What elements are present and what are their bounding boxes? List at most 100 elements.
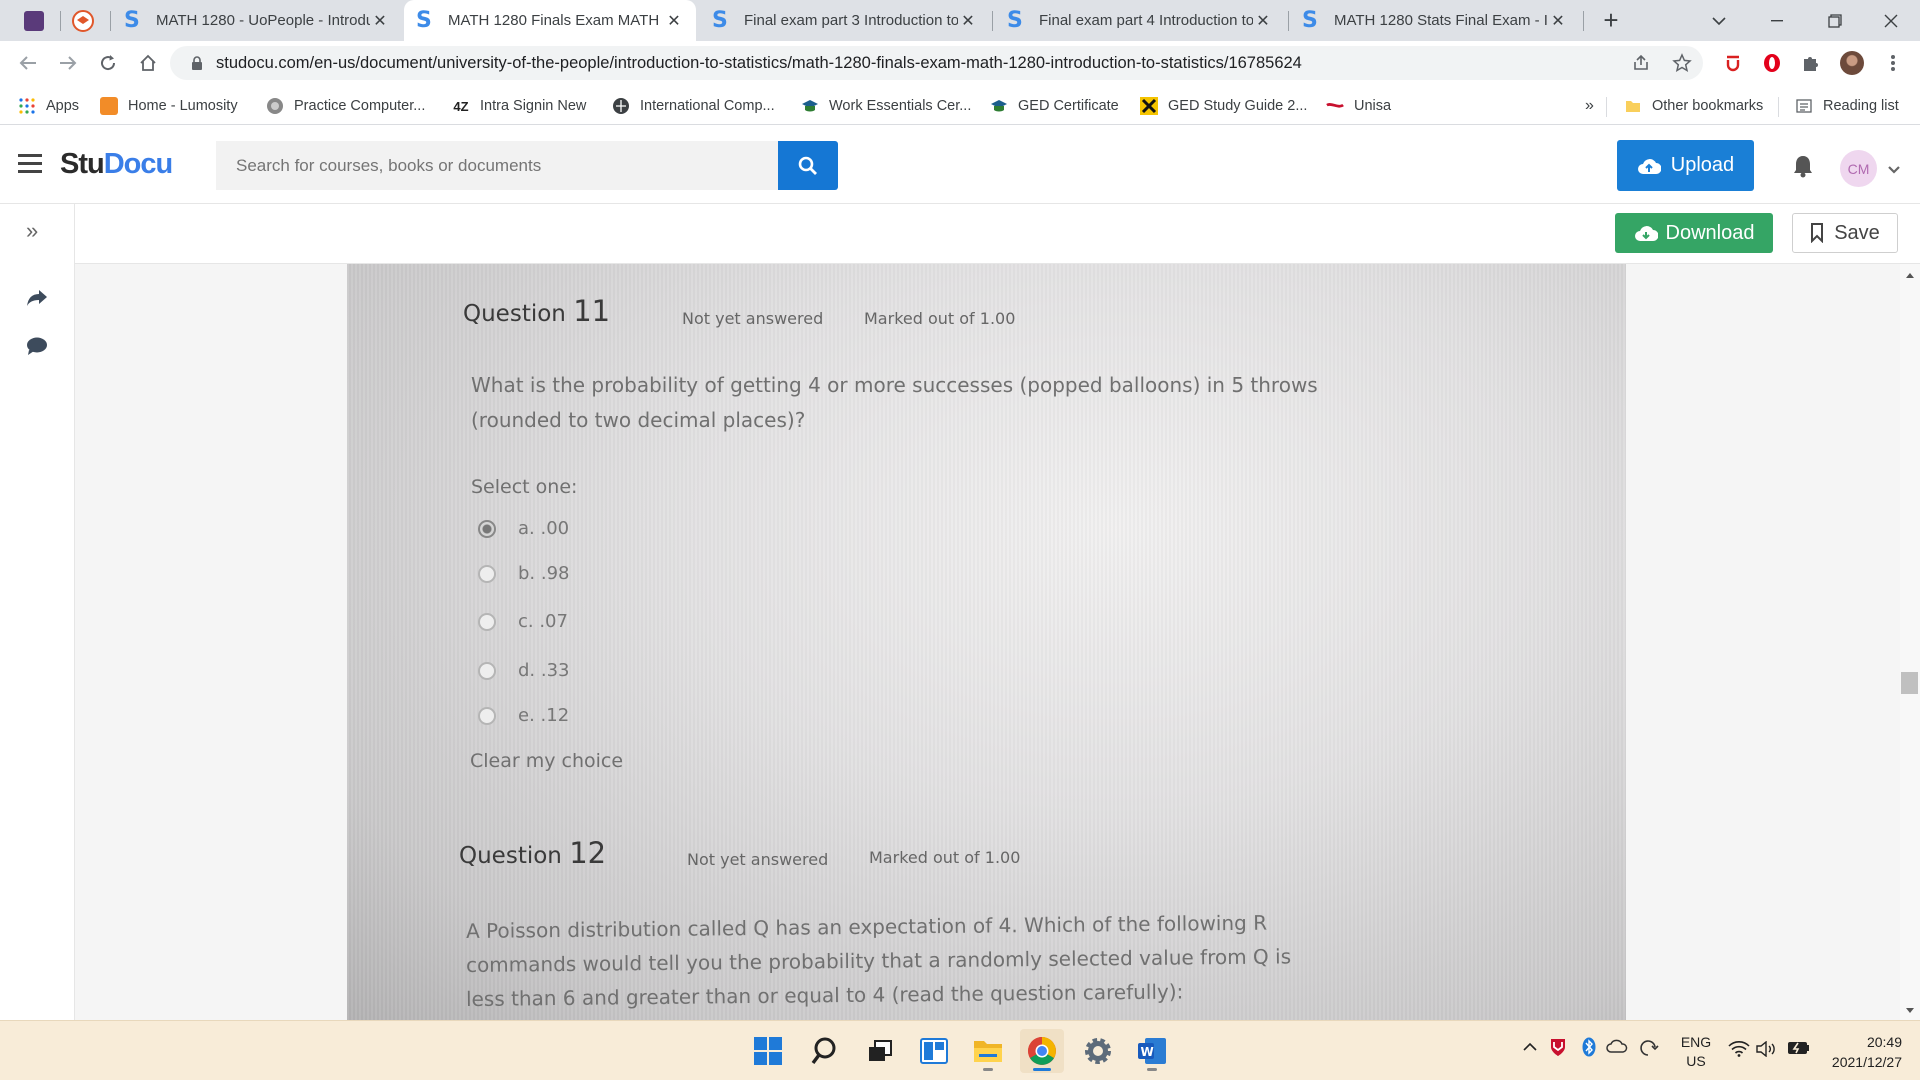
chrome-menu-button[interactable] <box>1879 49 1907 77</box>
tab-search-button[interactable] <box>1690 0 1748 41</box>
bookmark-work-essentials[interactable]: Work Essentials Cer... <box>801 95 971 117</box>
puzzle-icon <box>1804 57 1818 71</box>
tab-3[interactable]: S Final exam part 3 Introduction to ✕ <box>700 0 990 41</box>
profile-button[interactable] <box>1838 49 1866 77</box>
chrome-icon <box>1028 1037 1056 1065</box>
question-11-clear-choice[interactable]: Clear my choice <box>470 744 623 779</box>
restore-icon <box>1828 13 1842 28</box>
extension-1-button[interactable] <box>1719 49 1747 77</box>
tray-volume[interactable] <box>1756 1040 1778 1062</box>
upload-button[interactable]: Upload <box>1617 140 1754 191</box>
bookmark-lumosity[interactable]: Home - Lumosity <box>100 95 238 117</box>
home-button[interactable] <box>132 47 164 79</box>
tab-close-icon[interactable]: ✕ <box>1253 11 1273 31</box>
tab-1[interactable]: S MATH 1280 - UoPeople - Introdu ✕ <box>112 0 402 41</box>
bookmark-international-comp[interactable]: International Comp... <box>612 95 775 117</box>
chrome-taskbar-button[interactable] <box>1020 1029 1064 1073</box>
bookmarks-overflow-button[interactable]: » <box>1585 95 1594 117</box>
tray-bluetooth[interactable] <box>1582 1037 1596 1062</box>
show-hidden-icons-button[interactable] <box>1523 1039 1537 1057</box>
pinned-tab-1[interactable] <box>15 0 53 41</box>
bookmark-ged-certificate[interactable]: GED Certificate <box>990 95 1119 117</box>
user-avatar[interactable]: CM <box>1840 150 1877 187</box>
bookmark-practice-computer[interactable]: Practice Computer... <box>266 95 425 117</box>
question-11-option-b[interactable]: b. .98 <box>478 563 570 584</box>
widgets-button[interactable] <box>912 1029 956 1073</box>
task-view-button[interactable] <box>858 1029 902 1073</box>
other-bookmarks[interactable]: Other bookmarks <box>1624 95 1763 117</box>
file-explorer-button[interactable] <box>966 1029 1010 1073</box>
reload-button[interactable] <box>92 47 124 79</box>
download-button[interactable]: Download <box>1615 213 1773 253</box>
address-bar[interactable]: studocu.com/en-us/document/university-of… <box>170 46 1703 80</box>
language-code: ENG <box>1680 1034 1712 1050</box>
minimize-icon <box>1771 19 1783 21</box>
page-scrollbar[interactable] <box>1900 264 1920 1020</box>
expand-sidebar-button[interactable]: » <box>26 218 38 244</box>
extension-2-button[interactable] <box>1758 49 1786 77</box>
bookmark-ged-study-guide[interactable]: GED Study Guide 2... <box>1140 95 1307 117</box>
comments-button[interactable] <box>26 336 48 361</box>
widgets-icon <box>920 1038 948 1064</box>
new-tab-button[interactable]: + <box>1583 0 1639 41</box>
tab-2-active[interactable]: S MATH 1280 Finals Exam MATH 1 ✕ <box>404 0 696 41</box>
cloud-upload-icon <box>1637 158 1661 174</box>
question-11-title: Question 11 <box>463 294 611 328</box>
language-indicator[interactable]: ENG US <box>1680 1033 1712 1071</box>
bookmark-apps[interactable]: Apps <box>18 95 79 117</box>
question-11-option-a[interactable]: a. .00 <box>478 518 569 539</box>
question-12-title: Question 12 <box>459 836 607 870</box>
tab-4[interactable]: S Final exam part 4 Introduction to ✕ <box>995 0 1285 41</box>
minimize-button[interactable] <box>1748 0 1806 41</box>
keyboard-region: US <box>1686 1053 1706 1069</box>
bookmark-star-button[interactable] <box>1668 49 1696 77</box>
account-dropdown[interactable] <box>1887 162 1901 180</box>
save-button[interactable]: Save <box>1792 213 1898 253</box>
tab-5[interactable]: S MATH 1280 Stats Final Exam - In ✕ <box>1290 0 1580 41</box>
restore-button[interactable] <box>1806 0 1864 41</box>
pinned-tab-2[interactable] <box>64 0 102 41</box>
question-11-option-e[interactable]: e. .12 <box>478 705 569 726</box>
question-11-option-c[interactable]: c. .07 <box>478 611 568 632</box>
tray-network[interactable] <box>1728 1041 1750 1062</box>
extensions-button[interactable] <box>1797 49 1825 77</box>
question-11-option-d[interactable]: d. .33 <box>478 660 570 681</box>
tray-battery[interactable] <box>1786 1041 1810 1060</box>
tab-close-icon[interactable]: ✕ <box>1548 11 1568 31</box>
word-taskbar-button[interactable]: W <box>1130 1029 1174 1073</box>
bookmark-icon <box>1811 223 1824 243</box>
search-input[interactable] <box>216 141 778 190</box>
question-11-status: Not yet answered <box>682 309 824 328</box>
tray-onedrive[interactable] <box>1606 1039 1628 1058</box>
start-button[interactable] <box>746 1029 790 1073</box>
reload-icon <box>101 55 116 71</box>
settings-taskbar-button[interactable] <box>1076 1029 1120 1073</box>
clock[interactable]: 20:49 2021/12/27 <box>1820 1032 1902 1072</box>
save-label: Save <box>1834 221 1880 244</box>
share-button[interactable] <box>1627 49 1655 77</box>
notifications-button[interactable] <box>1792 154 1814 183</box>
scroll-down-arrow-icon <box>1906 1008 1914 1013</box>
tab-close-icon[interactable]: ✕ <box>370 11 390 31</box>
hamburger-menu-button[interactable] <box>18 154 42 179</box>
radio-icon <box>478 706 496 725</box>
x-logo-icon <box>1140 97 1158 115</box>
tray-sync[interactable] <box>1637 1037 1659 1064</box>
back-button[interactable] <box>12 47 44 79</box>
taskbar-search-button[interactable] <box>802 1029 846 1073</box>
cloud-icon <box>1606 1039 1628 1053</box>
tray-mcafee[interactable] <box>1549 1037 1567 1062</box>
forward-button[interactable] <box>52 47 84 79</box>
reading-list[interactable]: Reading list <box>1795 95 1899 117</box>
share-document-button[interactable] <box>25 288 49 313</box>
studocu-logo[interactable]: StuDocu <box>60 148 173 181</box>
option-label: a. .00 <box>518 518 570 539</box>
tab-close-icon[interactable]: ✕ <box>958 11 978 31</box>
active-indicator <box>1033 1068 1051 1071</box>
close-window-button[interactable] <box>1862 0 1920 41</box>
scrollbar-thumb[interactable] <box>1901 672 1918 694</box>
bookmark-intra-signin[interactable]: 4Z Intra Signin New <box>452 95 586 117</box>
tab-close-icon[interactable]: ✕ <box>664 11 684 31</box>
search-button[interactable] <box>778 141 838 190</box>
bookmark-unisa[interactable]: Unisa <box>1326 95 1391 117</box>
